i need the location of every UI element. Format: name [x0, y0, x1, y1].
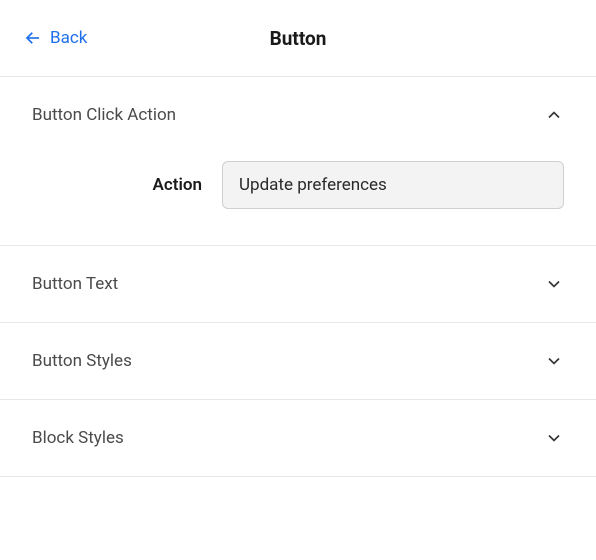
section-title: Button Click Action	[32, 105, 176, 125]
header: Back Button	[0, 0, 596, 77]
section-title: Button Styles	[32, 351, 132, 371]
action-field-label: Action	[32, 175, 202, 195]
section-header-block-styles[interactable]: Block Styles	[0, 400, 596, 476]
back-button[interactable]: Back	[24, 28, 87, 48]
section-header-button-click-action[interactable]: Button Click Action	[0, 77, 596, 153]
section-block-styles: Block Styles	[0, 400, 596, 477]
section-title: Block Styles	[32, 428, 124, 448]
section-button-text: Button Text	[0, 246, 596, 323]
chevron-down-icon	[544, 274, 564, 294]
section-body-button-click-action: Action Update preferences	[0, 153, 596, 245]
section-header-button-text[interactable]: Button Text	[0, 246, 596, 322]
arrow-left-icon	[24, 29, 42, 47]
section-button-click-action: Button Click Action Action Update prefer…	[0, 77, 596, 246]
back-label: Back	[50, 28, 87, 48]
chevron-down-icon	[544, 428, 564, 448]
chevron-down-icon	[544, 351, 564, 371]
section-title: Button Text	[32, 274, 118, 294]
section-button-styles: Button Styles	[0, 323, 596, 400]
chevron-up-icon	[544, 105, 564, 125]
section-header-button-styles[interactable]: Button Styles	[0, 323, 596, 399]
action-select[interactable]: Update preferences	[222, 161, 564, 209]
page-title: Button	[270, 27, 327, 50]
